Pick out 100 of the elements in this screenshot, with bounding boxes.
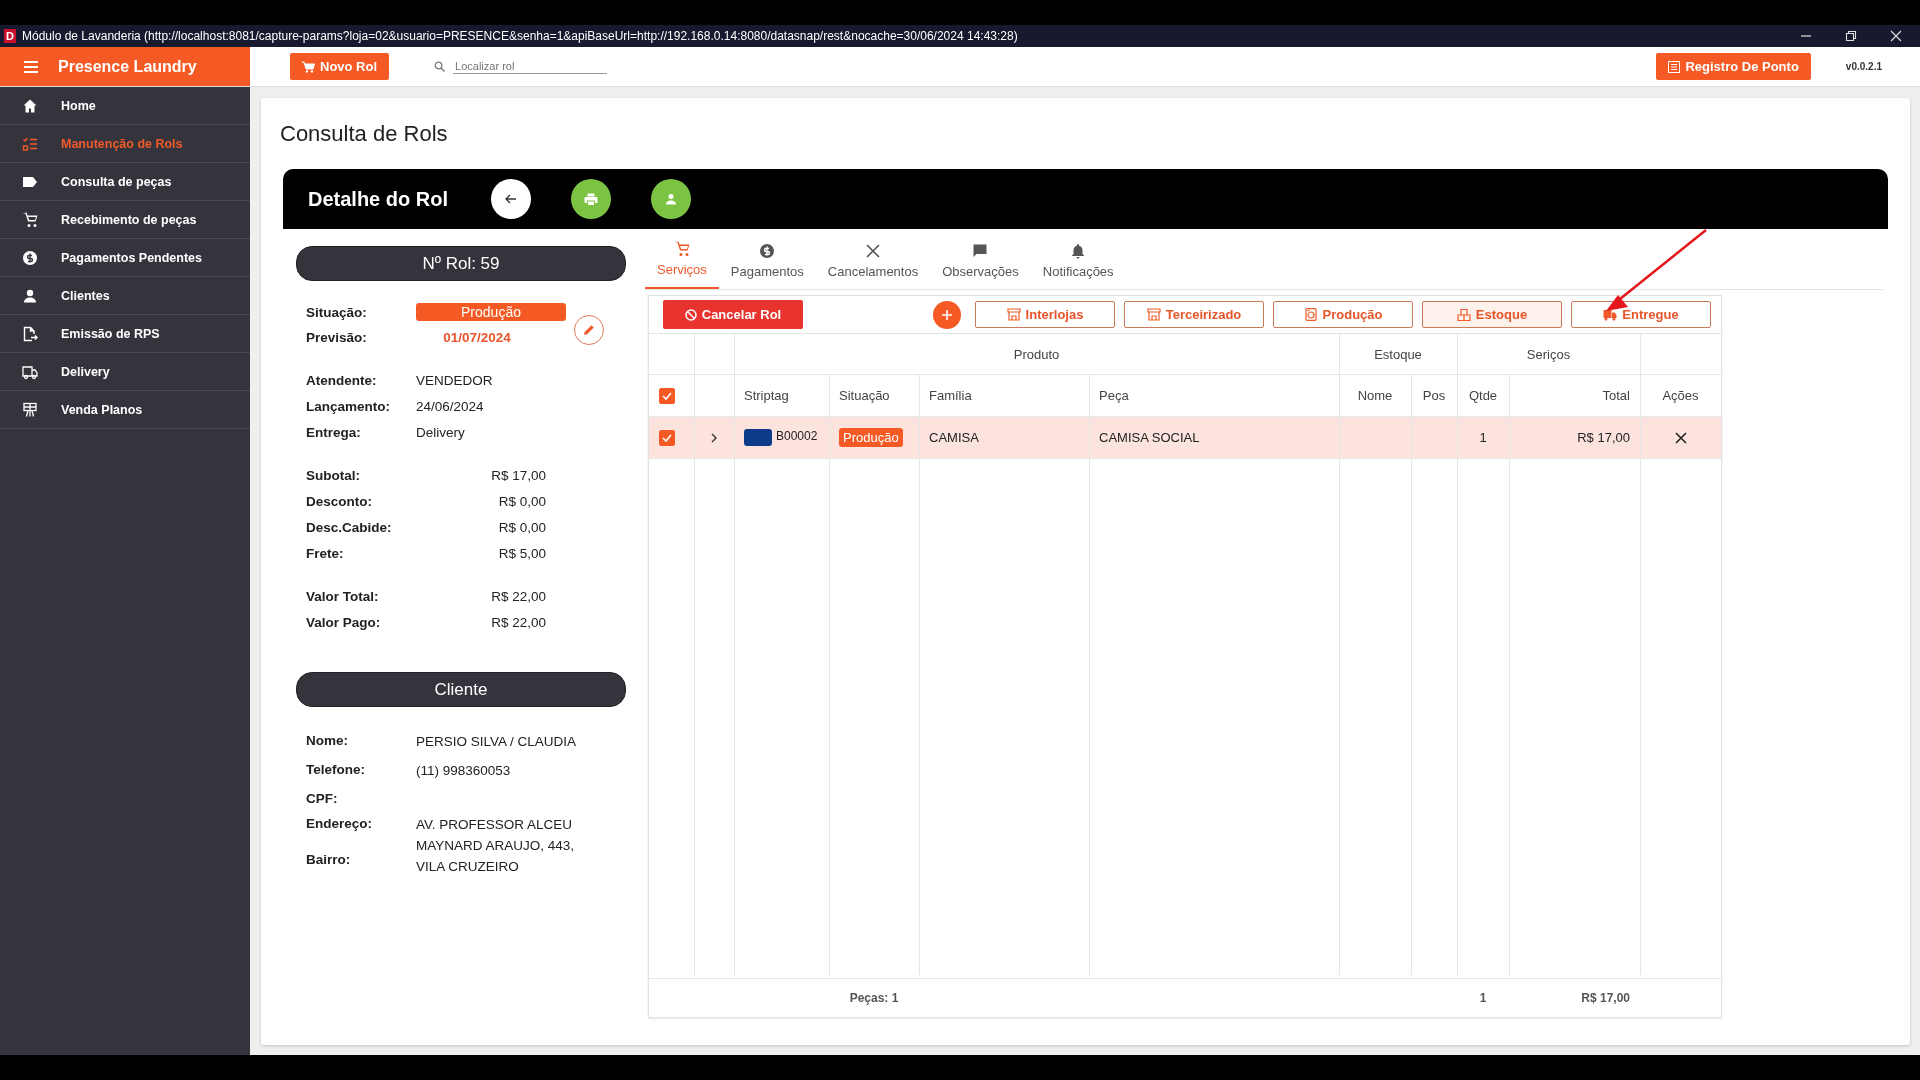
- version-label: v0.0.2.1: [1845, 61, 1882, 72]
- status-badge: Produção: [416, 303, 566, 321]
- menu-icon[interactable]: [24, 60, 38, 73]
- column-header: Família: [929, 388, 972, 403]
- table-cell: CAMISA: [929, 430, 979, 445]
- amount-value: R$ 0,00: [497, 520, 547, 535]
- select-all-checkbox[interactable]: [659, 387, 675, 404]
- plan-icon: [22, 401, 38, 418]
- field-label: Situação:: [305, 304, 368, 320]
- rol-number-header: Nº Rol: 59: [296, 246, 626, 281]
- field-label: Valor Pago:: [305, 615, 382, 630]
- sidebar-item[interactable]: Home: [0, 87, 250, 125]
- brand-name: Presence Laundry: [58, 57, 197, 76]
- client-button[interactable]: [651, 179, 691, 219]
- table-row[interactable]: B00002 Produção CAMISA CAMISA SOCIAL 1 R$ 17,00: [649, 417, 1721, 459]
- column-group-header: Estoque: [1374, 346, 1422, 362]
- money-icon: [22, 249, 38, 266]
- amount-value: R$ 17,00: [490, 468, 547, 483]
- check-icon: [662, 433, 672, 442]
- amount-value: R$ 22,00: [490, 615, 547, 630]
- column-header: Striptag: [744, 388, 789, 403]
- app-icon: D: [4, 29, 16, 43]
- chat-icon: [972, 243, 989, 259]
- search-field[interactable]: Localizar rol: [453, 59, 608, 74]
- person-icon: [22, 287, 38, 304]
- field-label: Previsão:: [305, 330, 368, 345]
- table-cell: B00002: [776, 429, 818, 443]
- amount-value: R$ 0,00: [497, 494, 547, 509]
- amount-value: R$ 5,00: [497, 546, 547, 561]
- field-value: Delivery: [416, 425, 466, 440]
- pencil-icon: [583, 324, 595, 336]
- forecast-date: 01/07/2024: [442, 330, 512, 345]
- person-icon: [665, 193, 677, 205]
- status-button[interactable]: Terceirizado: [1124, 301, 1264, 328]
- field-label: Nome:: [305, 733, 349, 748]
- sidebar-item[interactable]: Consulta de peças: [0, 163, 250, 201]
- home-icon: [22, 97, 38, 114]
- pieces-count: Peças: 1: [849, 991, 899, 1005]
- field-label: Telefone:: [305, 762, 366, 777]
- table-cell: 1: [1479, 430, 1487, 445]
- column-header: Ações: [1662, 388, 1699, 403]
- detail-title: Detalhe do Rol: [308, 187, 449, 211]
- cart-icon: [22, 211, 38, 228]
- delete-icon[interactable]: [1674, 431, 1687, 444]
- block-icon: [684, 308, 697, 321]
- truck-icon: [22, 363, 38, 380]
- sidebar-item[interactable]: Venda Planos: [0, 391, 250, 429]
- cart-icon: [673, 241, 690, 257]
- field-label: CPF:: [305, 791, 339, 806]
- print-button[interactable]: [571, 179, 611, 219]
- check-icon: [662, 391, 672, 400]
- field-label: Valor Total:: [305, 589, 380, 604]
- field-label: Endereço:: [305, 816, 374, 831]
- field-value: AV. PROFESSOR ALCEU MAYNARD ARAUJO, 443, VILA CRUZEIRO: [416, 816, 576, 876]
- doc-icon: [22, 325, 38, 342]
- print-icon: [584, 192, 598, 206]
- tab[interactable]: Cancelamentos: [815, 229, 931, 289]
- total-amount: R$ 17,00: [1581, 991, 1630, 1005]
- sidebar-item[interactable]: Pagamentos Pendentes: [0, 239, 250, 277]
- field-label: Subotal:: [305, 468, 361, 483]
- page-title: Consulta de Rols: [280, 121, 449, 147]
- field-label: Frete:: [305, 546, 345, 561]
- back-button[interactable]: [491, 179, 531, 219]
- bell-icon: [1070, 243, 1087, 259]
- status-badge: Produção: [839, 428, 903, 447]
- column-header: Situação: [839, 388, 890, 403]
- tab[interactable]: Notificações: [1030, 229, 1126, 289]
- field-label: Bairro:: [305, 851, 352, 867]
- edit-button[interactable]: [574, 315, 604, 345]
- washer-icon: [1303, 308, 1318, 321]
- restore-icon[interactable]: [1845, 30, 1857, 42]
- field-value: VENDEDOR: [416, 373, 494, 388]
- cancel-rol-button[interactable]: Cancelar Rol: [663, 300, 803, 329]
- field-value: PERSIO SILVA / CLAUDIA: [416, 733, 578, 751]
- field-label: Entrega:: [305, 425, 362, 440]
- field-label: Atendente:: [305, 373, 378, 388]
- field-label: Desc.Cabide:: [305, 520, 393, 535]
- column-group-header: Seriços: [1526, 346, 1571, 362]
- tab[interactable]: Pagamentos: [718, 229, 816, 289]
- column-header: Qtde: [1468, 388, 1498, 403]
- column-header: Pos: [1422, 388, 1446, 403]
- sidebar-item[interactable]: Delivery: [0, 353, 250, 391]
- row-checkbox[interactable]: [659, 429, 675, 446]
- add-button[interactable]: [933, 300, 961, 329]
- cart-icon: [302, 60, 315, 73]
- tab[interactable]: Observações: [930, 229, 1031, 289]
- window-title: Módulo de Lavanderia (http://localhost:8081/capture-params?loja=02&usuario=PRESENCE&senha=1&apiBaseUrl=http://192.168.0.14:8080/datasnap/rest&nocache=30/06/2024 14:43:28): [22, 29, 1019, 43]
- close-icon[interactable]: [1890, 30, 1902, 42]
- search-icon: [434, 61, 446, 72]
- list-icon: [1668, 60, 1681, 73]
- plus-icon: [942, 309, 952, 320]
- list-icon: [22, 135, 38, 152]
- column-header: Nome: [1357, 388, 1393, 403]
- column-header: Total: [1602, 388, 1630, 403]
- field-label: Lançamento:: [305, 399, 391, 414]
- status-button[interactable]: Entregue: [1571, 301, 1711, 328]
- expand-chevron-icon[interactable]: [710, 432, 718, 443]
- close-icon: [865, 243, 881, 259]
- status-button[interactable]: Interlojas: [975, 301, 1115, 328]
- status-button[interactable]: Produção: [1273, 301, 1413, 328]
